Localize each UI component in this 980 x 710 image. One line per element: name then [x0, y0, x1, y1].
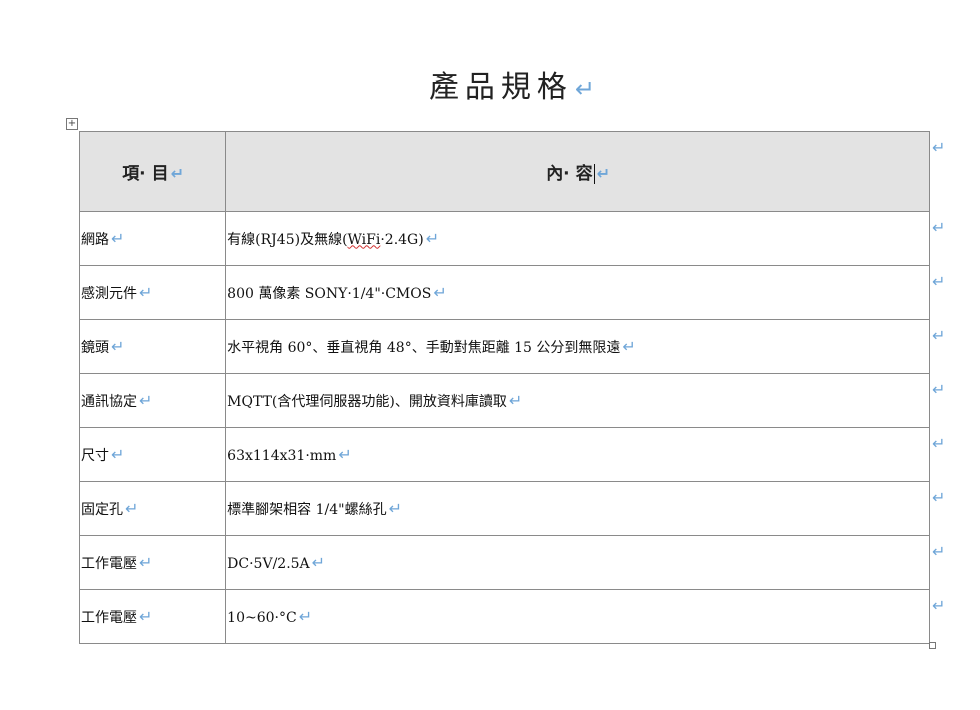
cell-item[interactable]: 尺寸 ↵: [78, 427, 227, 482]
paragraph-mark-icon: ↵: [425, 228, 440, 248]
table-row: 鏡頭 ↵ 水平視角 60°、垂直視角 48°、手動對焦距離 15 公分到無限遠 ↵: [78, 319, 930, 374]
cell-item[interactable]: 網路 ↵: [78, 211, 227, 266]
cell-content[interactable]: MQTT(含代理伺服器功能)、開放資料庫讀取 ↵: [225, 373, 930, 428]
paragraph-mark-icon: ↵: [139, 282, 153, 302]
cell-item[interactable]: 通訊協定 ↵: [78, 373, 227, 428]
table-row: 網路 ↵ 有線(RJ45)及無線(WiFi·2.4G) ↵: [78, 211, 930, 266]
document-title-text: 產品規格: [428, 70, 573, 105]
cell-content[interactable]: 800 萬像素 SONY·1/4"·CMOS ↵: [225, 265, 930, 320]
row-end-mark-icon: ↵: [932, 542, 946, 561]
cell-item[interactable]: 工作電壓 ↵: [78, 589, 227, 644]
cell-content[interactable]: 水平視角 60°、垂直視角 48°、手動對焦距離 15 公分到無限遠 ↵: [225, 319, 930, 374]
paragraph-mark-icon: ↵: [111, 336, 125, 356]
paragraph-mark-icon: ↵: [125, 498, 139, 518]
cell-content[interactable]: 10~60·°C ↵: [225, 589, 930, 644]
paragraph-mark-icon: ↵: [388, 498, 402, 518]
table-row: 感測元件 ↵ 800 萬像素 SONY·1/4"·CMOS ↵: [78, 265, 930, 320]
text-cursor: [593, 164, 595, 184]
cell-item[interactable]: 工作電壓 ↵: [78, 535, 227, 590]
table-header-row: 項· 目 ↵ 內· 容 ↵: [78, 131, 930, 212]
paragraph-mark-icon: ↵: [508, 390, 523, 410]
paragraph-mark-icon: ↵: [139, 552, 153, 572]
row-end-mark-icon: ↵: [932, 326, 946, 345]
paragraph-mark-icon: ↵: [170, 164, 184, 183]
row-end-mark-icon: ↵: [932, 434, 946, 453]
spec-table: 項· 目 ↵ 內· 容 ↵ 網路 ↵ 有線(RJ45)及無線(WiFi·2.4G) ↵ …: [78, 131, 930, 644]
row-end-marks: ↵ ↵ ↵ ↵ ↵ ↵ ↵ ↵ ↵: [932, 0, 952, 710]
row-end-mark-icon: ↵: [932, 138, 946, 157]
table-row: 工作電壓 ↵ 10~60·°C ↵: [78, 589, 930, 644]
cell-content[interactable]: 63x114x31·mm ↵: [225, 427, 930, 482]
row-end-mark-icon: ↵: [932, 272, 946, 291]
paragraph-mark-icon: ↵: [298, 607, 313, 626]
row-end-mark-icon: ↵: [932, 380, 946, 399]
paragraph-mark-icon: ↵: [596, 164, 610, 183]
cell-item[interactable]: 鏡頭 ↵: [78, 319, 227, 374]
cell-item[interactable]: 固定孔 ↵: [78, 481, 227, 536]
document-title[interactable]: 產品規格↵: [0, 62, 980, 106]
spellcheck-word: WiFi: [347, 231, 381, 248]
paragraph-mark-icon: ↵: [338, 445, 352, 464]
move-handle-icon[interactable]: +: [66, 118, 78, 130]
row-end-mark-icon: ↵: [932, 218, 946, 237]
table-row: 固定孔 ↵ 標準腳架相容 1/4"螺絲孔 ↵: [78, 481, 930, 536]
table-row: 尺寸 ↵ 63x114x31·mm ↵: [78, 427, 930, 482]
paragraph-mark-icon: ↵: [433, 282, 447, 302]
table-row: 工作電壓 ↵ DC·5V/2.5A ↵: [78, 535, 930, 590]
resize-handle-icon[interactable]: [929, 642, 936, 649]
paragraph-mark-icon: ↵: [139, 390, 153, 410]
cell-content[interactable]: DC·5V/2.5A ↵: [225, 535, 930, 590]
cell-content[interactable]: 有線(RJ45)及無線(WiFi·2.4G) ↵: [225, 211, 930, 266]
cell-content[interactable]: 標準腳架相容 1/4"螺絲孔 ↵: [225, 481, 930, 536]
cell-item[interactable]: 感測元件 ↵: [78, 265, 227, 320]
paragraph-mark-icon: ↵: [574, 75, 602, 103]
row-end-mark-icon: ↵: [932, 488, 946, 507]
header-item[interactable]: 項· 目 ↵: [78, 131, 227, 212]
paragraph-mark-icon: ↵: [111, 444, 125, 464]
paragraph-mark-icon: ↵: [139, 606, 153, 626]
table-row: 通訊協定 ↵ MQTT(含代理伺服器功能)、開放資料庫讀取 ↵: [78, 373, 930, 428]
paragraph-mark-icon: ↵: [622, 336, 636, 356]
header-content[interactable]: 內· 容 ↵: [225, 131, 930, 212]
row-end-mark-icon: ↵: [932, 596, 946, 615]
paragraph-mark-icon: ↵: [111, 228, 125, 248]
paragraph-mark-icon: ↵: [311, 553, 326, 572]
